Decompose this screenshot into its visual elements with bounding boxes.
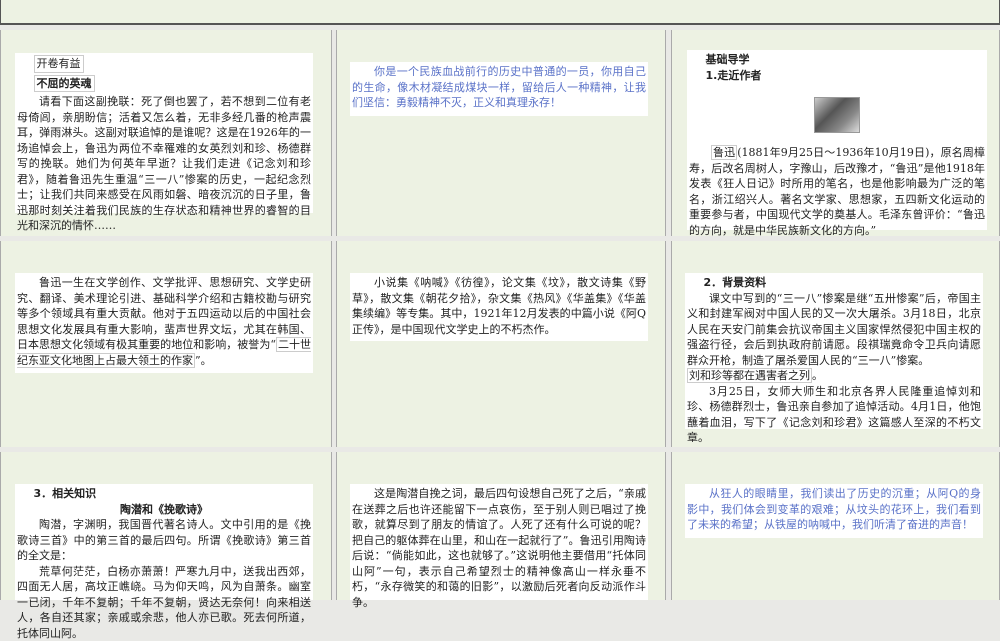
poem: 荒草何茫茫，白杨亦萧萧！严寒九月中，送我出西郊，四面无人居，高坟正嶕峣。马为仰天… bbox=[17, 564, 311, 641]
author-portrait bbox=[814, 97, 860, 133]
text-box: 小说集《呐喊》《彷徨》，论文集《坟》，散文诗集《野草》，散文集《朝花夕拾》，杂文… bbox=[350, 273, 648, 341]
section-tag: 开卷有益 bbox=[34, 55, 84, 73]
paragraph: 请看下面这副挽联：死了倒也罢了，若不想到二位有老母倚闾，亲朋盼信；活着又怎么着，… bbox=[17, 94, 311, 234]
text-box: 你是一个民族血战前行的历史中普通的一员，你用自己的生命，像木材凝结成煤块一样，留… bbox=[350, 62, 648, 116]
section-subheading: 1.走近作者 bbox=[689, 68, 985, 84]
paragraph: 鲁迅一生在文学创作、文学批评、思想研究、文学史研究、翻译、美术理论引进、基础科学… bbox=[17, 276, 311, 351]
section-heading: 2．背景资料 bbox=[687, 275, 981, 291]
section-heading: 不屈的英魂 bbox=[34, 75, 95, 93]
paragraph: 你是一个民族血战前行的历史中普通的一员，你用自己的生命，像木材凝结成煤块一样，留… bbox=[352, 64, 646, 111]
paragraph: 这是陶潜自挽之词，最后四句设想自己死了之后，“亲戚在送葬之后也许还能留下一点哀伤… bbox=[352, 486, 646, 610]
text-box: 开卷有益 不屈的英魂 请看下面这副挽联：死了倒也罢了，若不想到二位有老母倚闾，亲… bbox=[15, 53, 313, 213]
text-box: 这是陶潜自挽之词，最后四句设想自己死了之后，“亲戚在送葬之后也许还能留下一点哀伤… bbox=[350, 484, 648, 600]
slide-thumbnail-6[interactable]: 2．背景资料 课文中写到的“三一八”惨案是继“五卅惨案”后，帝国主义和封建军阀对… bbox=[671, 241, 1000, 447]
text-box: 基础导学 1.走近作者 鲁迅(1881年9月25日～1936年10月19日)，原… bbox=[687, 50, 987, 230]
boxed-note: 刘和珍等都在遇害者之列 bbox=[687, 368, 812, 383]
section-heading: 3．相关知识 bbox=[17, 486, 311, 502]
slide-thumbnail-5[interactable]: 小说集《呐喊》《彷徨》，论文集《坟》，散文诗集《野草》，散文集《朝花夕拾》，杂文… bbox=[336, 241, 666, 447]
paragraph: 从狂人的眼睛里，我们读出了历史的沉重；从阿Q的身影中，我们体会到变革的艰难；从坟… bbox=[687, 486, 981, 533]
paragraph: 课文中写到的“三一八”惨案是继“五卅惨案”后，帝国主义和封建军阀对中国人民的又一… bbox=[687, 291, 981, 369]
slide-thumbnail-9[interactable]: 从狂人的眼睛里，我们读出了历史的沉重；从阿Q的身影中，我们体会到变革的艰难；从坟… bbox=[671, 452, 1000, 600]
section-heading: 基础导学 bbox=[689, 52, 985, 68]
author-name: 鲁迅 bbox=[711, 145, 737, 160]
section-subheading: 陶潜和《挽歌诗》 bbox=[17, 502, 311, 518]
slide-thumbnail-4[interactable]: 鲁迅一生在文学创作、文学批评、思想研究、文学史研究、翻译、美术理论引进、基础科学… bbox=[0, 241, 332, 447]
top-toolbar bbox=[0, 0, 1000, 25]
text-box: 鲁迅一生在文学创作、文学批评、思想研究、文学史研究、翻译、美术理论引进、基础科学… bbox=[15, 273, 313, 373]
text-box: 从狂人的眼睛里，我们读出了历史的沉重；从阿Q的身影中，我们体会到变革的艰难；从坟… bbox=[685, 484, 983, 538]
slide-thumbnail-7[interactable]: 3．相关知识 陶潜和《挽歌诗》 陶潜，字渊明，我国晋代著名诗人。文中引用的是《挽… bbox=[0, 452, 332, 600]
paragraph: 3月25日，女师大师生和北京各界人民隆重追悼刘和珍、杨德群烈士，鲁迅亲自参加了追… bbox=[687, 384, 981, 446]
text-box: 2．背景资料 课文中写到的“三一八”惨案是继“五卅惨案”后，帝国主义和封建军阀对… bbox=[685, 273, 983, 429]
paragraph: 陶潜，字渊明，我国晋代著名诗人。文中引用的是《挽歌诗三首》中的第三首的最后四句。… bbox=[17, 517, 311, 564]
text-box: 3．相关知识 陶潜和《挽歌诗》 陶潜，字渊明，我国晋代著名诗人。文中引用的是《挽… bbox=[15, 484, 313, 600]
slide-thumbnail-8[interactable]: 这是陶潜自挽之词，最后四句设想自己死了之后，“亲戚在送葬之后也许还能留下一点哀伤… bbox=[336, 452, 666, 600]
slide-thumbnail-1[interactable]: 开卷有益 不屈的英魂 请看下面这副挽联：死了倒也罢了，若不想到二位有老母倚闾，亲… bbox=[0, 30, 332, 236]
slide-thumbnail-3[interactable]: 基础导学 1.走近作者 鲁迅(1881年9月25日～1936年10月19日)，原… bbox=[671, 30, 1000, 236]
slide-thumbnail-2[interactable]: 你是一个民族血战前行的历史中普通的一员，你用自己的生命，像木材凝结成煤块一样，留… bbox=[336, 30, 666, 236]
paragraph: 小说集《呐喊》《彷徨》，论文集《坟》，散文诗集《野草》，散文集《朝花夕拾》，杂文… bbox=[352, 275, 646, 337]
